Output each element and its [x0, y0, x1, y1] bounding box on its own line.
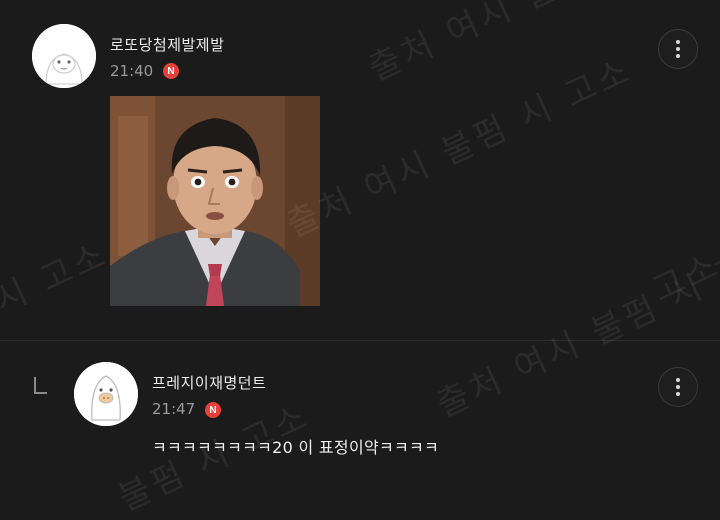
reaction-photo[interactable]: [110, 96, 320, 306]
more-options-button[interactable]: [658, 29, 698, 69]
comment-divider: [0, 340, 720, 341]
timestamp: 21:47: [152, 400, 196, 418]
timestamp: 21:40: [110, 62, 154, 80]
avatar[interactable]: [32, 24, 96, 88]
dot: [676, 392, 680, 396]
dot: [676, 40, 680, 44]
comment-text: ㅋㅋㅋㅋㅋㅋㅋㅋ20 이 표정이약ㅋㅋㅋㅋ: [152, 438, 440, 457]
new-badge: N: [163, 63, 179, 79]
avatar[interactable]: [74, 362, 138, 426]
avatar-character-icon: [32, 24, 96, 88]
comment-1: 로또당첨제발제발 21:40 N: [0, 0, 720, 340]
dot: [676, 378, 680, 382]
reply-arrow-icon: [32, 375, 48, 397]
dot: [676, 385, 680, 389]
more-options-button[interactable]: [658, 367, 698, 407]
avatar-penguin-icon: [74, 362, 138, 426]
dot: [676, 54, 680, 58]
author-name[interactable]: 로또당첨제발제발: [110, 34, 224, 55]
new-badge: N: [205, 402, 221, 418]
dot: [676, 47, 680, 51]
reaction-photo-image: [110, 96, 320, 306]
author-name[interactable]: 프레지이재명던트: [152, 372, 266, 393]
